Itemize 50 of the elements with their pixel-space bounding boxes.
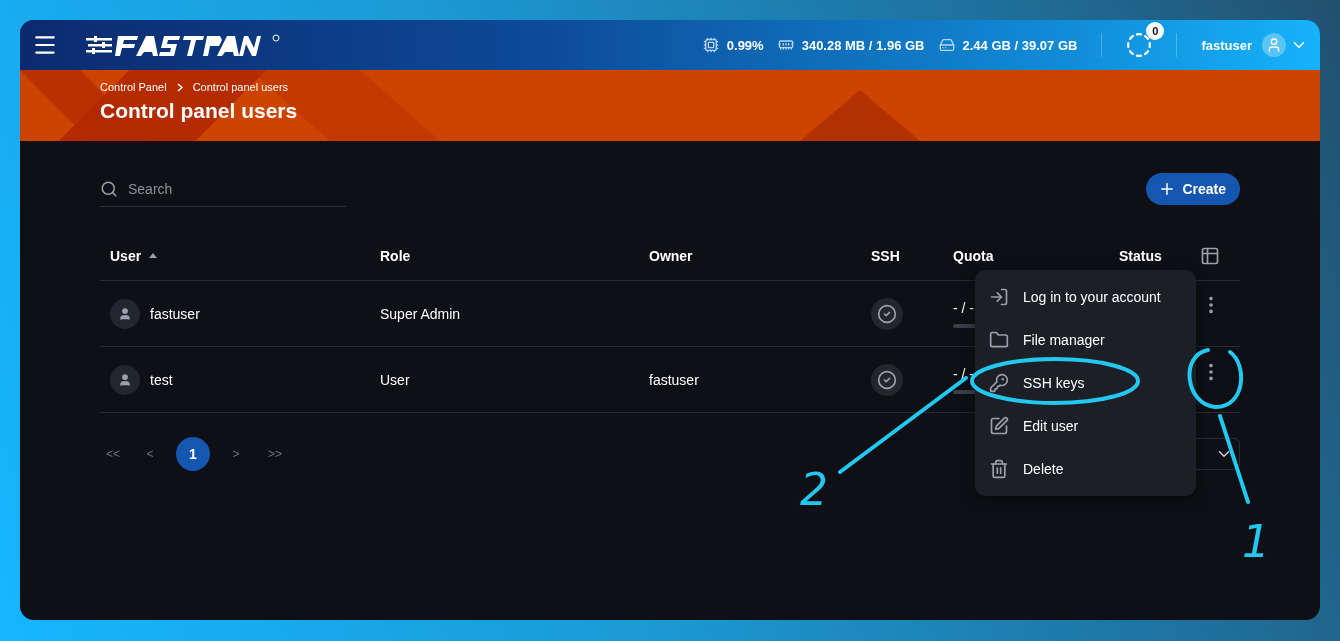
annotation-number: 2	[800, 468, 828, 512]
search-icon	[100, 179, 118, 198]
page-button[interactable]: <	[138, 437, 162, 471]
page-title: Control panel users	[100, 99, 299, 123]
breadcrumb-link[interactable]: Control panel users	[192, 81, 289, 93]
memory-icon	[777, 37, 794, 53]
search-field[interactable]: Search	[126, 179, 326, 198]
tasks-icon[interactable]	[1126, 32, 1153, 58]
table-cell: fastuser	[150, 305, 200, 322]
menu-item[interactable]: Log in to your account	[975, 276, 1196, 318]
column-header[interactable]: Status	[1119, 247, 1200, 264]
tasks-count: 0	[1146, 22, 1165, 40]
sort-caret-icon	[149, 253, 158, 258]
avatar-icon[interactable]	[1262, 33, 1286, 57]
cpu-icon	[702, 37, 719, 53]
menu-item[interactable]: Edit user	[975, 405, 1196, 447]
column-header[interactable]: User	[110, 247, 380, 264]
column-header[interactable]: SSH	[871, 247, 953, 264]
table-cell: User	[380, 371, 410, 388]
logo-icon	[86, 32, 282, 58]
column-header[interactable]: Quota	[953, 247, 1119, 264]
page-button[interactable]: >>	[262, 437, 286, 471]
key-icon	[989, 373, 1009, 393]
user-avatar-icon	[110, 364, 140, 395]
column-header[interactable]: Owner	[649, 247, 871, 264]
menu-item[interactable]: File manager	[975, 319, 1196, 361]
page-button[interactable]: >	[224, 437, 248, 471]
table-cell: test	[150, 371, 173, 388]
trash-icon	[989, 459, 1009, 479]
table-cell: fastuser	[649, 371, 699, 388]
page-button[interactable]: 1	[176, 437, 210, 471]
page-button[interactable]: <<	[100, 437, 124, 471]
stat-value: 0.99%	[726, 37, 764, 53]
login-icon	[989, 287, 1009, 307]
chevron-right-icon	[176, 82, 183, 92]
table-cell-text: - / -	[953, 299, 975, 316]
breadcrumb-link[interactable]: Control Panel	[100, 81, 167, 93]
menu-item[interactable]: Delete	[975, 448, 1196, 490]
folder-icon	[989, 330, 1009, 350]
table-settings-icon[interactable]	[1200, 245, 1220, 266]
user-avatar-icon	[110, 298, 140, 329]
create-button[interactable]: Create	[1146, 173, 1240, 205]
stat-value: 2.44 GB / 39.07 GB	[962, 37, 1078, 53]
annotation-number: 1	[1242, 520, 1270, 564]
table-cell-text: - / -	[953, 365, 975, 382]
menu-item[interactable]: SSH keys	[975, 362, 1196, 404]
stat-value: 340.28 MB / 1.96 GB	[801, 37, 925, 53]
table-cell: Super Admin	[380, 305, 461, 322]
edit-icon	[989, 416, 1009, 436]
column-header[interactable]: Role	[380, 247, 649, 264]
